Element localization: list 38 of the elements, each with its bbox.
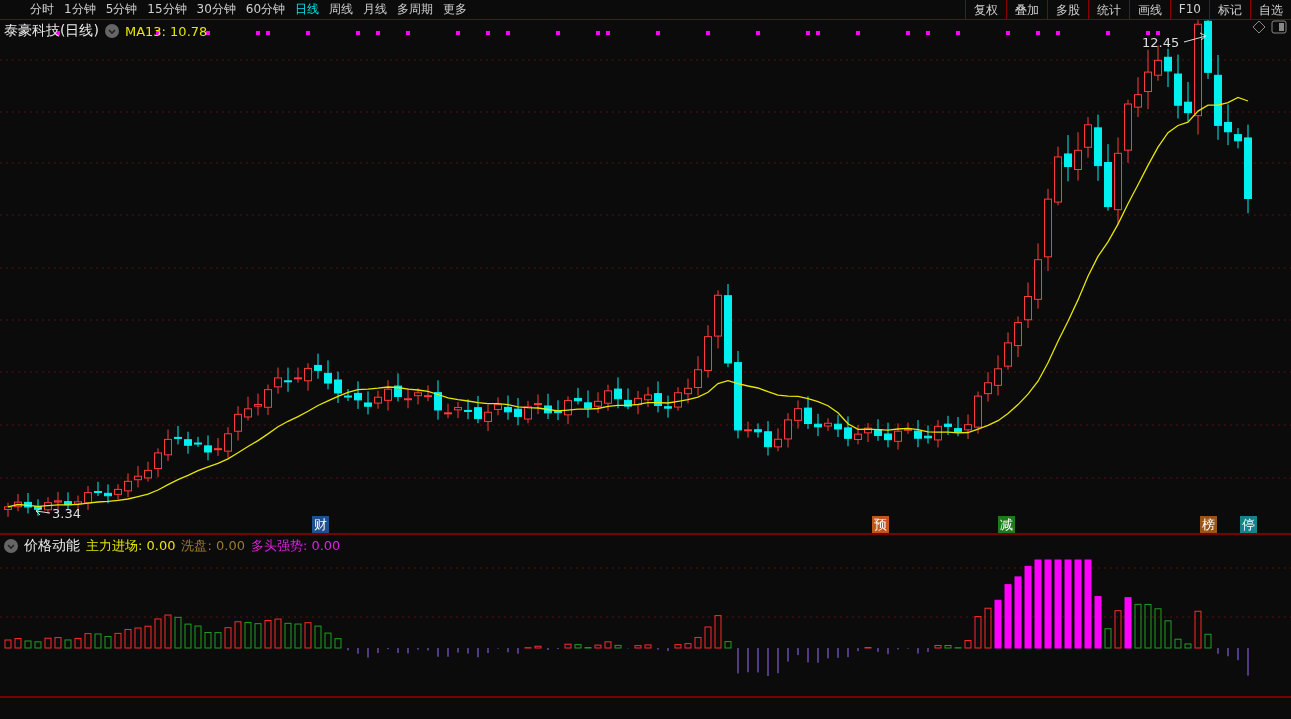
period-tab[interactable]: 更多 <box>443 1 468 18</box>
event-badge[interactable]: 榜 <box>1200 516 1217 533</box>
pointer-arrow <box>1183 32 1207 43</box>
indicator-value: 洗盘: 0.00 <box>181 537 245 555</box>
period-tab[interactable]: 60分钟 <box>245 1 286 18</box>
period-tab[interactable]: 30分钟 <box>196 1 236 18</box>
indicator-value: 多头强势: 0.00 <box>250 537 341 555</box>
period-tab[interactable]: 1分钟 <box>64 1 96 18</box>
diamond-icon[interactable] <box>1252 20 1266 34</box>
period-tab[interactable]: 5分钟 <box>105 1 138 18</box>
toolbar-button[interactable]: F10 <box>1169 0 1209 19</box>
high-price-label: 12.45 <box>1142 35 1180 50</box>
indicator-value: 主力进场: 0.00 <box>86 537 176 555</box>
panel-toggle-icon[interactable] <box>1271 20 1287 34</box>
toolbar-button[interactable]: 复权 <box>964 0 1006 19</box>
indicator-title: 价格动能 <box>24 537 80 555</box>
toolbar-button[interactable]: 标记 <box>1209 0 1250 19</box>
period-tab[interactable]: 15分钟 <box>147 1 187 18</box>
event-badge[interactable]: 预 <box>872 516 889 533</box>
period-tab[interactable]: 多周期 <box>397 1 434 18</box>
period-tab[interactable]: 周线 <box>329 1 354 18</box>
pointer-arrow <box>35 507 51 516</box>
low-price-label: 3.34 <box>52 506 81 521</box>
toolbar-button[interactable]: 多股 <box>1046 0 1088 19</box>
toolbar-button[interactable]: 自选 <box>1250 0 1291 19</box>
period-tab[interactable]: 月线 <box>363 1 388 18</box>
event-badge[interactable]: 减 <box>998 516 1015 533</box>
event-badge[interactable]: 停 <box>1240 516 1257 533</box>
event-badge[interactable]: 财 <box>312 516 329 533</box>
toolbar-button[interactable]: 画线 <box>1128 0 1170 19</box>
period-tab[interactable]: 日线 <box>295 1 320 18</box>
dropdown-icon[interactable] <box>4 539 18 553</box>
toolbar-button[interactable]: 叠加 <box>1005 0 1047 19</box>
period-tab[interactable]: 分时 <box>30 1 54 18</box>
toolbar-button[interactable]: 统计 <box>1087 0 1129 19</box>
dropdown-icon[interactable] <box>104 24 119 38</box>
indicator-value: MA13: 10.78 <box>124 23 208 39</box>
chart-title: 泰豪科技(日线) <box>4 22 99 40</box>
